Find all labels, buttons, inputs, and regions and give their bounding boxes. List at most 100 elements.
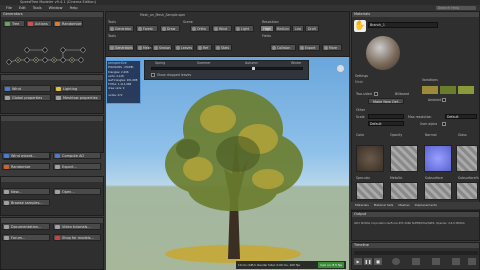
hand-icon[interactable]: ✋: [354, 20, 366, 32]
wind-toggle[interactable]: Wind: [212, 25, 232, 32]
wind-button[interactable]: Wind: [3, 85, 51, 92]
record-icon[interactable]: [392, 258, 400, 265]
randomize-button[interactable]: Randomize: [2, 163, 50, 170]
season-slider[interactable]: [151, 67, 303, 70]
draw-icon: [162, 27, 166, 31]
user-alpha-checkbox[interactable]: [442, 122, 446, 126]
resolution-medium[interactable]: Medium: [275, 25, 291, 32]
opacity-label: Opacity: [390, 133, 403, 137]
opacity-map[interactable]: [390, 145, 418, 172]
loop-icon[interactable]: [432, 258, 440, 265]
export-button[interactable]: Export...: [53, 163, 101, 170]
menu-file[interactable]: File: [6, 6, 12, 10]
light-icon: [56, 87, 61, 91]
max-resolution-field[interactable]: Default: [445, 114, 477, 119]
stats-tool[interactable]: Stats: [214, 44, 232, 51]
generator-graph[interactable]: [3, 30, 101, 70]
normal-map[interactable]: [424, 145, 452, 172]
alias-field[interactable]: Default: [368, 121, 404, 126]
randomize-icon: [55, 22, 60, 26]
timeline-track[interactable]: [354, 251, 478, 255]
menu-edit[interactable]: Edit: [19, 6, 26, 10]
forest-button[interactable]: Forest: [136, 25, 158, 32]
season-slider-handle[interactable]: [252, 67, 255, 70]
specular-map[interactable]: [356, 182, 384, 200]
collision-tool[interactable]: Collision: [270, 44, 296, 51]
variation-swatch-2[interactable]: [440, 86, 456, 94]
tab-randomize[interactable]: Randomize: [53, 20, 83, 27]
shop-models-button[interactable]: Shop for models...: [53, 234, 101, 241]
stop-icon[interactable]: ■: [374, 258, 382, 265]
metallic-map[interactable]: [390, 182, 418, 200]
tab-materials[interactable]: Materials: [355, 203, 369, 207]
ortho-icon: [192, 27, 196, 31]
generators-tool[interactable]: Generators: [108, 44, 134, 51]
material-name-field[interactable]: Branch_1: [368, 22, 438, 28]
ao-icon: [55, 154, 60, 158]
show-dropped-checkbox[interactable]: [151, 73, 155, 77]
mesh-tool[interactable]: Mesh: [136, 44, 151, 51]
open-button[interactable]: Open...: [53, 188, 101, 195]
two-sided-checkbox[interactable]: [374, 92, 378, 96]
two-sided-label: Two-sided: [356, 92, 372, 96]
make-default-button[interactable]: Make New Def...: [368, 98, 404, 104]
new-file-icon: [4, 190, 9, 194]
properties-panel: Wind Lighting Global properties Meshtow …: [0, 74, 104, 114]
tab-meshes[interactable]: Meshes: [398, 203, 409, 207]
settings-icon[interactable]: [412, 258, 420, 265]
tab-displacements[interactable]: Displacements: [415, 203, 437, 207]
export-tool[interactable]: Export: [298, 44, 320, 51]
forum-button[interactable]: Forum...: [2, 234, 50, 241]
settings-tab[interactable]: Settings: [355, 74, 368, 78]
pause-icon[interactable]: ❚❚: [364, 258, 372, 265]
generator-button[interactable]: Generator: [108, 25, 134, 32]
browse-samples-button[interactable]: Browse samples...: [2, 199, 50, 206]
wind-wizard-button[interactable]: Wind wizard...: [2, 152, 50, 159]
compute-ao-button[interactable]: Compute AO: [53, 152, 101, 159]
variation-swatch-3[interactable]: [458, 86, 474, 94]
global-properties-button[interactable]: Global properties: [3, 94, 51, 101]
gloss-map[interactable]: [456, 145, 478, 172]
3d-viewport[interactable]: perspective POLYGONS - MODEL triangles: …: [106, 57, 349, 270]
search-help-input[interactable]: Search Help: [436, 6, 476, 10]
tab-actions[interactable]: Actions: [26, 20, 52, 27]
resolution-high[interactable]: High: [260, 25, 274, 32]
normal-label: Normal: [425, 133, 437, 137]
ambient-checkbox[interactable]: [442, 98, 446, 102]
tab-tree[interactable]: Tree: [3, 20, 25, 27]
generators-icon: [110, 46, 114, 50]
subsurface-pct-map[interactable]: [456, 182, 478, 200]
keyframe-icon[interactable]: [468, 258, 476, 265]
draw-button[interactable]: Draw: [160, 25, 180, 32]
video-icon: [55, 225, 60, 229]
scale-field[interactable]: [368, 114, 404, 119]
menu-tools[interactable]: Tools: [33, 6, 42, 10]
play-icon[interactable]: ▶: [354, 258, 362, 265]
view-cube-icon[interactable]: [337, 65, 344, 72]
tab-material-sets[interactable]: Material Sets: [374, 203, 394, 207]
season-tool[interactable]: Season: [152, 44, 172, 51]
ortho-button[interactable]: Ortho: [190, 25, 210, 32]
camera-icon[interactable]: [452, 258, 460, 265]
more-icon: [324, 46, 328, 50]
documentation-button[interactable]: Documentation...: [2, 223, 50, 230]
resolution-low[interactable]: Low: [292, 25, 304, 32]
generator-icon: [110, 27, 114, 31]
lighting-button[interactable]: Lighting: [54, 85, 102, 92]
light-toggle[interactable]: Light: [234, 25, 254, 32]
timeline-panel: Timeline ▶ ❚❚ ■: [351, 242, 480, 270]
fields-label: Fields: [262, 34, 272, 38]
leaves-tool[interactable]: Leaves: [174, 44, 194, 51]
color-map[interactable]: [356, 145, 384, 172]
subsurface-map[interactable]: [424, 182, 452, 200]
resolution-draft[interactable]: Draft: [305, 25, 319, 32]
meshtow-properties-button[interactable]: Meshtow properties: [54, 94, 102, 101]
menu-help[interactable]: Help: [70, 6, 78, 10]
ref-tool[interactable]: Ref: [196, 44, 212, 51]
variation-swatch-1[interactable]: [422, 86, 438, 94]
menu-window[interactable]: Window: [49, 6, 63, 10]
new-button[interactable]: New...: [2, 188, 50, 195]
video-tutorials-button[interactable]: Video tutorials...: [53, 223, 101, 230]
light-icon: [236, 27, 240, 31]
more-tool[interactable]: More: [322, 44, 342, 51]
